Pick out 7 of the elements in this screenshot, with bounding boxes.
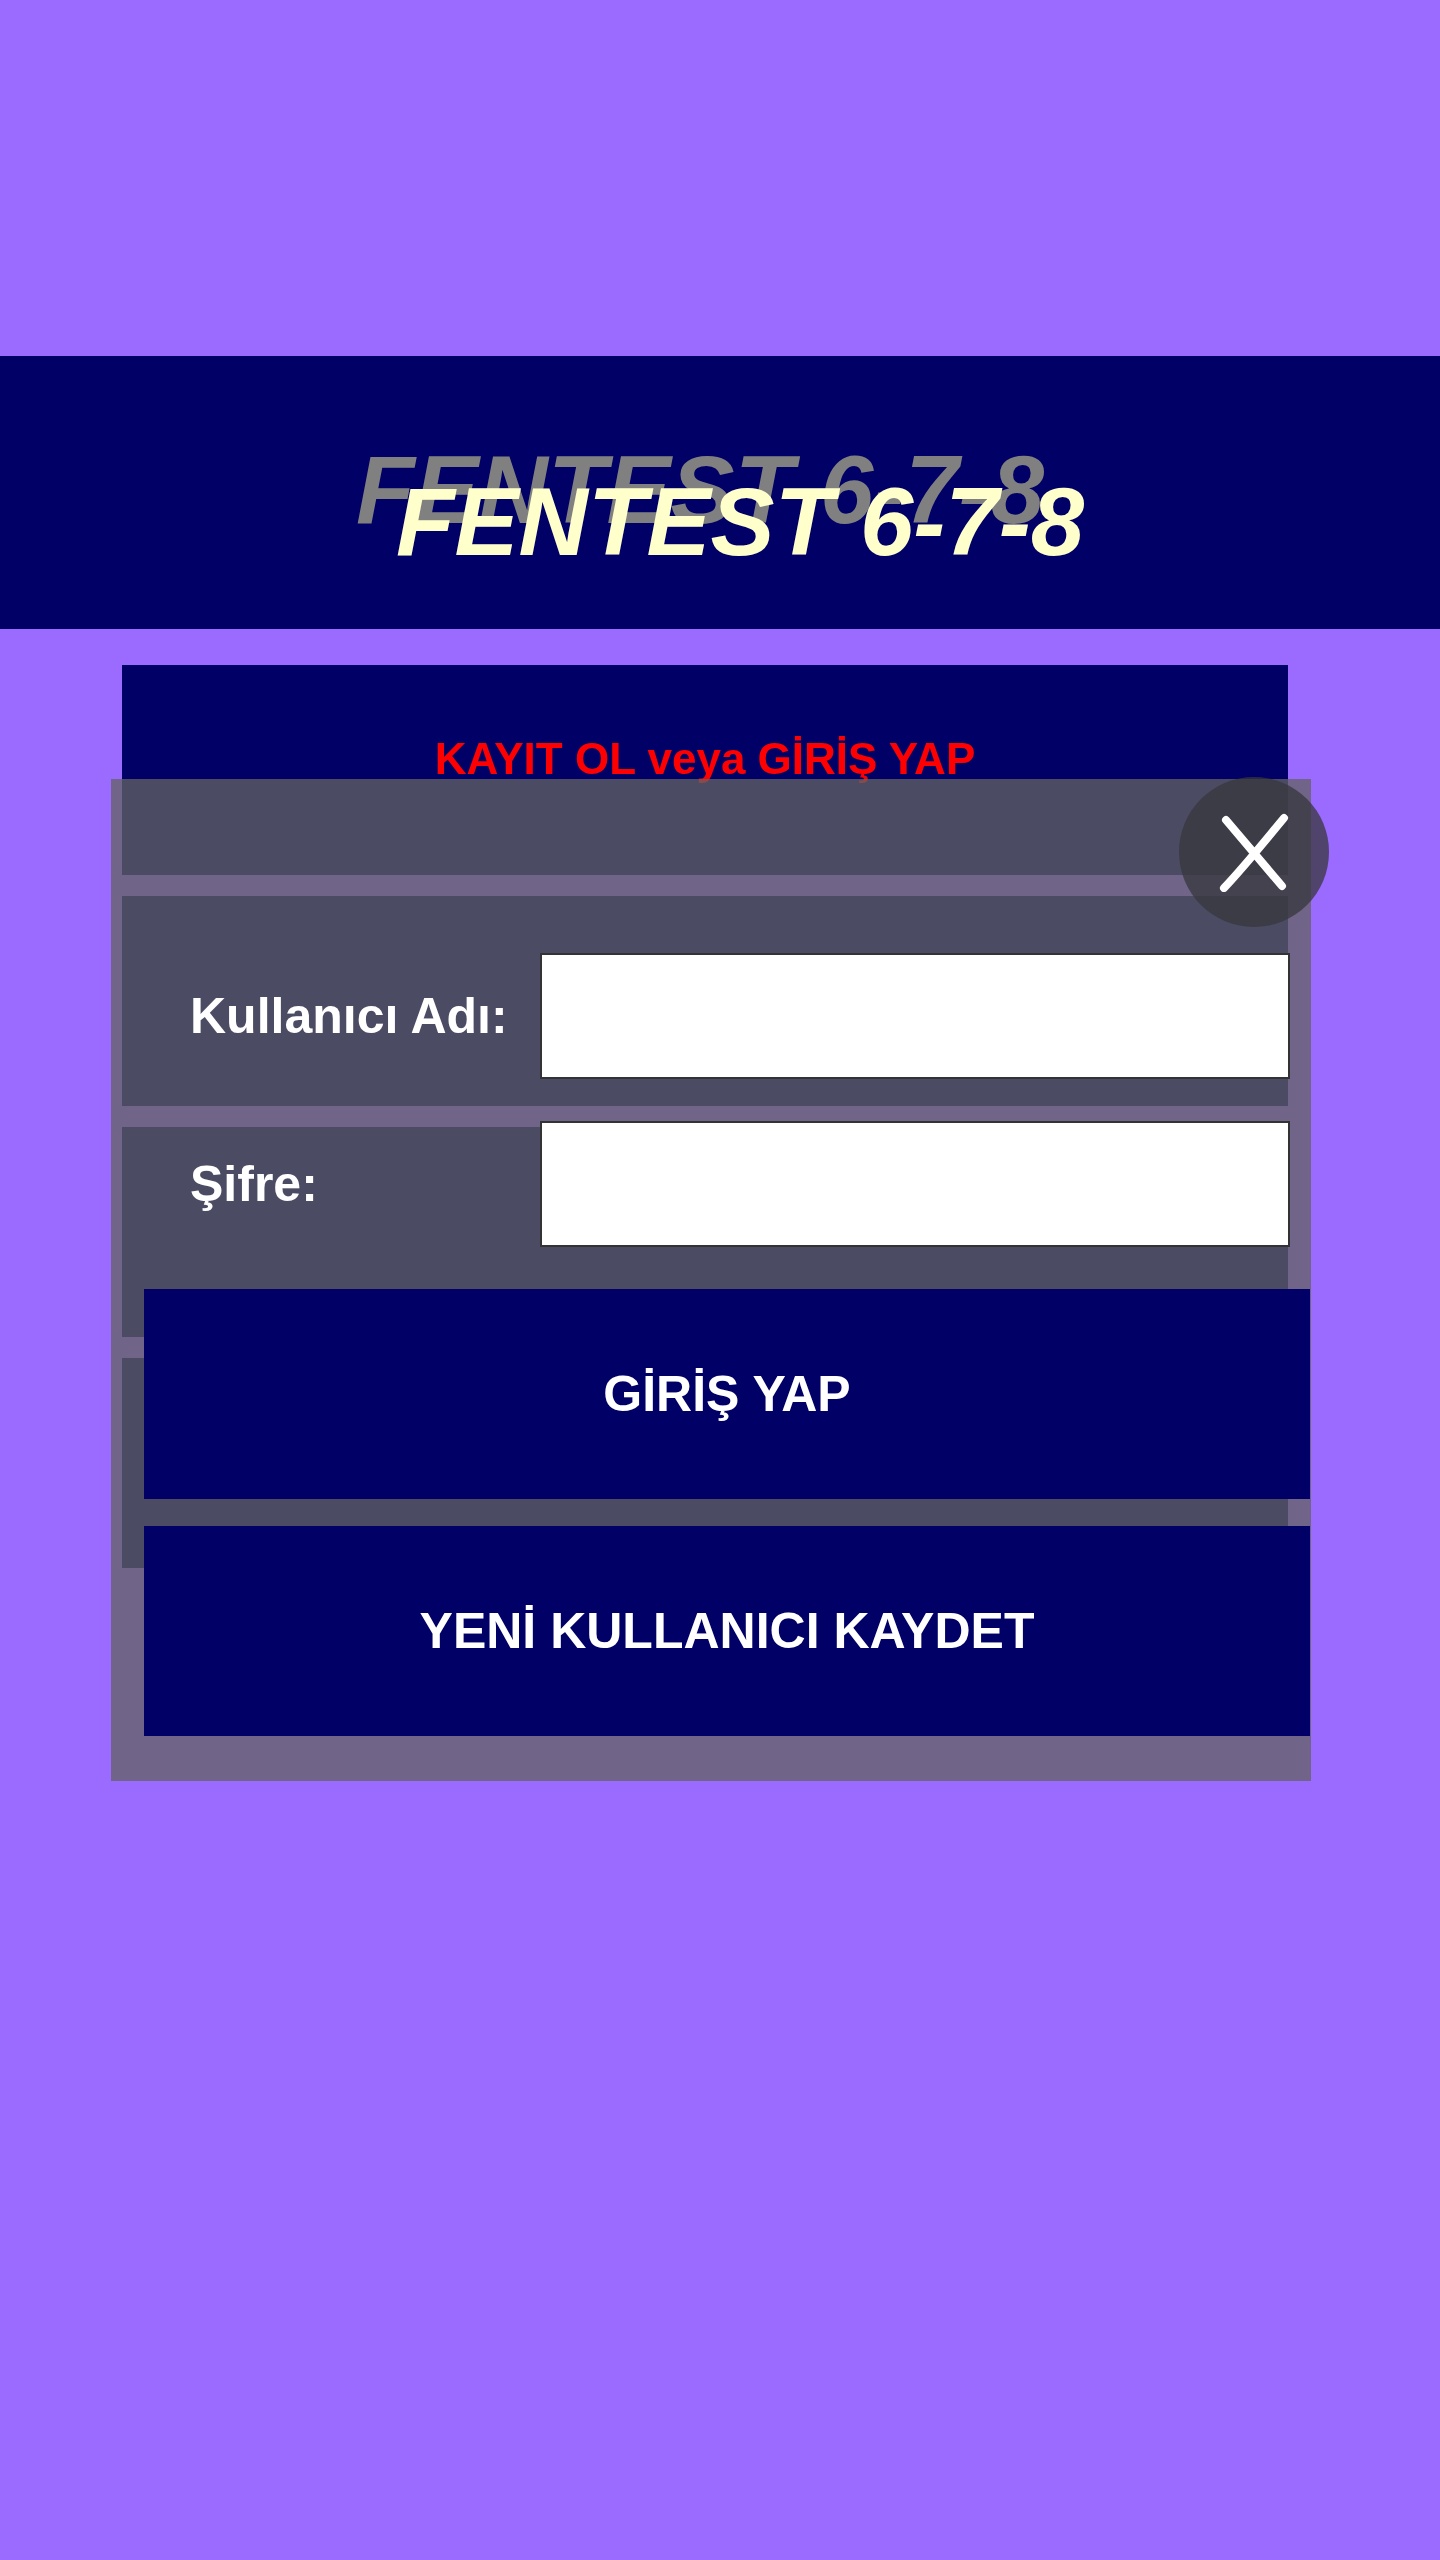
login-button[interactable]: GİRİŞ YAP <box>144 1289 1310 1499</box>
input-field[interactable] <box>540 1121 1290 1247</box>
field-label: Kullanıcı Adı: <box>190 987 509 1045</box>
register-button[interactable]: YENİ KULLANICI KAYDET <box>144 1526 1310 1736</box>
input-field[interactable] <box>540 953 1290 1079</box>
menu-label: KAYIT OL veya GİRİŞ YAP <box>434 733 976 785</box>
field-label: Şifre: <box>190 1155 319 1213</box>
